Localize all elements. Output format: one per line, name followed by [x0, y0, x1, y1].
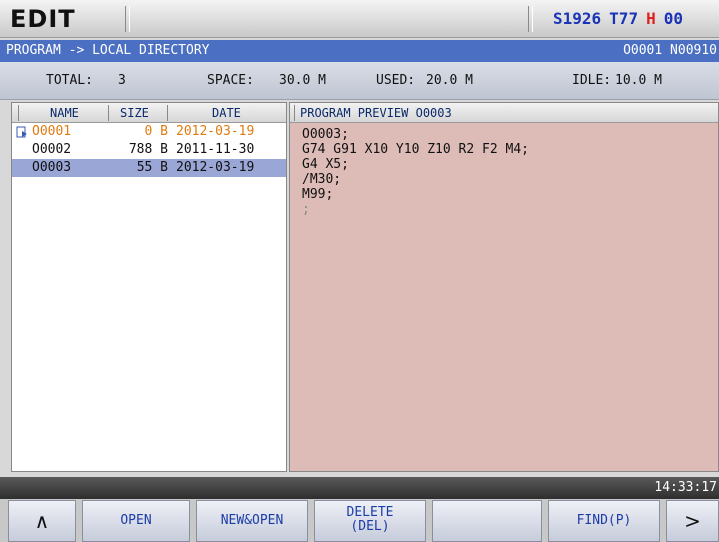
- idle-value: 10.0 M: [615, 73, 662, 88]
- column-divider: [18, 105, 19, 121]
- file-size: 0 B: [144, 124, 168, 139]
- file-list: NAME SIZE DATE O0001 0 B 2012-03-19 O000…: [11, 102, 287, 472]
- time-bar: 14:33:17: [0, 477, 719, 499]
- file-row-selected[interactable]: O0003 55 B 2012-03-19: [12, 159, 286, 177]
- code-line: M99;: [302, 187, 334, 202]
- delete-shortcut: (DEL): [350, 519, 390, 534]
- blank-softkey[interactable]: [432, 500, 542, 542]
- column-name[interactable]: NAME: [50, 106, 79, 120]
- file-date: 2012-03-19: [176, 124, 255, 139]
- file-date: 2011-11-30: [176, 142, 255, 157]
- divider: [528, 6, 533, 32]
- file-size: 55 B: [136, 160, 168, 175]
- path-bar: PROGRAM -> LOCAL DIRECTORY O0001 N00910: [0, 40, 719, 62]
- code-area[interactable]: O0003; G74 G91 X10 Y10 Z10 R2 F2 M4; G4 …: [290, 123, 718, 217]
- file-row[interactable]: O0001 0 B 2012-03-19: [12, 123, 286, 141]
- column-date[interactable]: DATE: [212, 106, 241, 120]
- idle-label: IDLE:: [572, 73, 612, 88]
- top-status-bar: EDIT S1926 T77 H 00: [0, 0, 719, 38]
- find-button[interactable]: FIND(P): [548, 500, 660, 542]
- divider: [125, 6, 130, 32]
- spindle-speed: S1926: [553, 9, 602, 28]
- program-preview: PROGRAM PREVIEW O0003 O0003; G74 G91 X10…: [289, 102, 719, 472]
- chevron-right-icon: >: [684, 509, 701, 533]
- column-divider: [167, 105, 168, 121]
- code-line: ;: [302, 202, 310, 217]
- tool-number: T77: [609, 9, 639, 28]
- space-label: SPACE:: [207, 73, 254, 88]
- code-line: /M30;: [302, 172, 342, 187]
- file-size: 788 B: [128, 142, 168, 157]
- breadcrumb: PROGRAM -> LOCAL DIRECTORY: [6, 43, 210, 58]
- file-name: O0002: [32, 142, 72, 157]
- delete-label: DELETE: [346, 505, 394, 520]
- current-program: O0001 N00910: [623, 43, 717, 58]
- file-list-header: NAME SIZE DATE: [12, 103, 286, 123]
- column-divider: [108, 105, 109, 121]
- preview-title: PROGRAM PREVIEW O0003: [300, 106, 452, 120]
- delete-button[interactable]: DELETE (DEL): [314, 500, 426, 542]
- mode-label: EDIT: [10, 5, 76, 33]
- file-name: O0003: [32, 160, 72, 175]
- softkey-next-button[interactable]: >: [666, 500, 719, 542]
- h-offset: H 00: [646, 9, 691, 28]
- code-line: O0003;: [302, 127, 349, 142]
- softkey-up-button[interactable]: ∧: [8, 500, 76, 542]
- new-open-button[interactable]: NEW&OPEN: [196, 500, 308, 542]
- space-value: 30.0 M: [279, 73, 326, 88]
- h-offset-prefix: H: [646, 9, 656, 28]
- used-label: USED:: [376, 73, 416, 88]
- open-file-icon: [16, 126, 27, 138]
- preview-header: PROGRAM PREVIEW O0003: [290, 103, 718, 123]
- code-line: G4 X5;: [302, 157, 349, 172]
- used-value: 20.0 M: [426, 73, 473, 88]
- total-label: TOTAL:: [46, 73, 93, 88]
- up-arrow-icon: ∧: [34, 509, 50, 533]
- total-value: 3: [118, 73, 126, 88]
- file-row[interactable]: O0002 788 B 2011-11-30: [12, 141, 286, 159]
- storage-info-bar: TOTAL: 3 SPACE: 30.0 M USED: 20.0 M IDLE…: [0, 62, 719, 100]
- machine-status: S1926 T77 H 00: [553, 9, 699, 28]
- softkey-bar: ∧ OPEN NEW&OPEN DELETE (DEL) FIND(P) >: [0, 499, 719, 542]
- file-name: O0001: [32, 124, 72, 139]
- open-button[interactable]: OPEN: [82, 500, 190, 542]
- column-size[interactable]: SIZE: [120, 106, 149, 120]
- code-line: G74 G91 X10 Y10 Z10 R2 F2 M4;: [302, 142, 529, 157]
- h-offset-value: 00: [663, 9, 683, 28]
- clock: 14:33:17: [654, 480, 717, 495]
- file-date: 2012-03-19: [176, 160, 255, 175]
- column-divider: [294, 105, 295, 121]
